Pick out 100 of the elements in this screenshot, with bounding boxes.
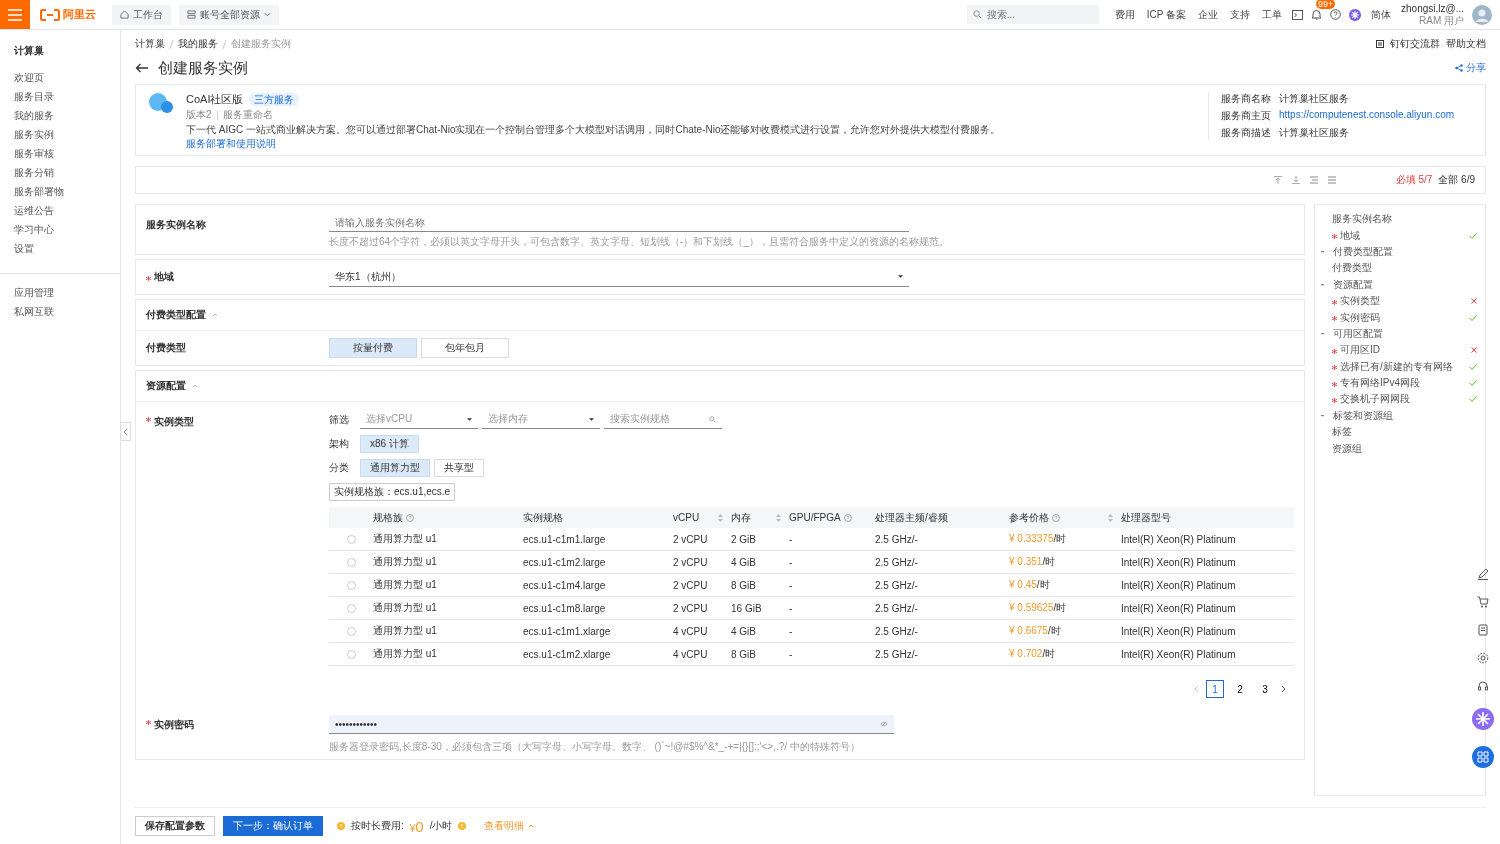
outline-item[interactable]: 实例密码: [1340, 310, 1380, 325]
breadcrumb-link[interactable]: 我的服务: [178, 37, 218, 51]
option-button[interactable]: 通用算力型: [360, 459, 430, 477]
column-header[interactable]: 内存: [731, 510, 789, 525]
sidebar-item[interactable]: 服务审核: [14, 147, 120, 166]
collapse-icon[interactable]: [212, 313, 218, 317]
option-button[interactable]: 共享型: [434, 459, 484, 477]
sidebar-item[interactable]: 设置: [14, 242, 120, 261]
header-link[interactable]: 帮助文档: [1446, 37, 1486, 51]
collapse-handle[interactable]: [120, 422, 131, 441]
collapse-list-icon[interactable]: [1309, 176, 1318, 184]
column-header[interactable]: 规格族: [373, 510, 523, 525]
document-icon[interactable]: [1477, 624, 1489, 636]
sidebar-item[interactable]: 欢迎页: [14, 71, 120, 90]
table-cell-text: 通用算力型 u1: [373, 601, 438, 615]
sidebar-item[interactable]: 服务实例: [14, 128, 120, 147]
download-icon[interactable]: [1291, 176, 1300, 184]
outline-item[interactable]: 服务实例名称: [1332, 212, 1392, 227]
option-button[interactable]: x86 计算: [360, 435, 419, 453]
outline-item[interactable]: 资源组: [1332, 441, 1362, 456]
outline-item[interactable]: 专有网络IPv4网段: [1340, 376, 1420, 391]
price-value: ¥ 0.59625: [1009, 602, 1054, 613]
header-link[interactable]: 钉钉交流群: [1390, 37, 1440, 51]
field-label: 付费类型: [146, 341, 186, 355]
sort-icon[interactable]: [776, 513, 781, 522]
outline-group[interactable]: 付费类型配置: [1333, 244, 1393, 259]
next-page-icon[interactable]: [1281, 685, 1286, 693]
nav-link[interactable]: 支持: [1230, 7, 1251, 22]
password-field[interactable]: ••••••••••••: [329, 715, 894, 734]
sidebar-item[interactable]: 我的服务: [14, 109, 120, 128]
search-icon: [709, 415, 716, 423]
nav-link[interactable]: 费用: [1114, 7, 1135, 22]
workbench-button[interactable]: 工作台: [112, 4, 171, 25]
column-header[interactable]: 处理器型号: [1121, 510, 1294, 525]
sidebar-item[interactable]: 服务目录: [14, 90, 120, 109]
bell-icon[interactable]: [1311, 9, 1323, 20]
back-arrow-icon[interactable]: [135, 63, 149, 73]
column-header[interactable]: 处理器主频/睿频: [875, 510, 1009, 525]
table-cell-text: -: [789, 533, 794, 545]
nav-link[interactable]: 企业: [1198, 7, 1219, 22]
settings-icon[interactable]: [1477, 652, 1489, 664]
list-icon[interactable]: [1327, 176, 1336, 184]
column-header[interactable]: 实例规格: [523, 510, 673, 525]
help-icon[interactable]: [406, 513, 414, 522]
menu-button[interactable]: [0, 0, 30, 29]
region-select[interactable]: 华东1（杭州）: [329, 267, 909, 287]
provider-value: 计算巢社区服务: [1279, 126, 1349, 140]
save-config-button[interactable]: 保存配置参数: [135, 816, 215, 836]
nav-link[interactable]: ICP 备案: [1146, 7, 1187, 22]
outline-item[interactable]: 交换机子网网段: [1340, 392, 1410, 407]
outline-item[interactable]: 可用区ID: [1340, 343, 1380, 358]
search-field[interactable]: 搜索...: [986, 9, 1087, 20]
language-link[interactable]: 简体: [1371, 7, 1392, 22]
help-icon[interactable]: [1052, 513, 1060, 522]
option-button[interactable]: 包年包月: [421, 338, 509, 358]
option-button[interactable]: 按量付费: [329, 338, 417, 358]
outline-item[interactable]: 标签: [1332, 425, 1352, 440]
assistant-icon[interactable]: [1349, 8, 1362, 21]
sidebar-item[interactable]: 服务分销: [14, 166, 120, 185]
search-box[interactable]: 搜索...: [966, 5, 1099, 24]
resource-dropdown[interactable]: 账号全部资源: [179, 4, 279, 25]
outline-group[interactable]: 资源配置: [1333, 277, 1373, 292]
collapse-icon[interactable]: [192, 384, 198, 388]
terminal-icon[interactable]: [1292, 9, 1304, 20]
sidebar-item[interactable]: 服务部署物: [14, 185, 120, 204]
provider-link[interactable]: https://computenest.console.aliyun.com: [1279, 109, 1455, 123]
sidebar-item[interactable]: 学习中心: [14, 223, 120, 242]
help-icon[interactable]: [843, 513, 852, 522]
top-icon[interactable]: [1273, 176, 1282, 184]
previous-page-icon[interactable]: [1194, 685, 1199, 693]
headset-icon[interactable]: [1477, 680, 1489, 692]
share-link[interactable]: 分享: [1455, 61, 1486, 75]
help-icon[interactable]: [1330, 9, 1342, 20]
breadcrumb-link[interactable]: 计算巢: [135, 37, 165, 51]
docs-link[interactable]: 服务部署和使用说明: [186, 137, 276, 151]
sidebar-item[interactable]: 私网互联: [14, 305, 120, 324]
outline-item[interactable]: 选择已有/新建的专有网络: [1340, 359, 1453, 374]
nav-link[interactable]: 工单: [1262, 7, 1283, 22]
outline-group[interactable]: 标签和资源组: [1333, 408, 1393, 423]
sort-icon[interactable]: [718, 513, 723, 522]
outline-item[interactable]: 付费类型: [1332, 261, 1372, 276]
hide-password-icon[interactable]: [880, 721, 888, 727]
page-button[interactable]: 1: [1206, 680, 1224, 698]
avatar[interactable]: [1472, 4, 1492, 25]
apps-icon[interactable]: [1472, 746, 1494, 768]
outline-group[interactable]: 可用区配置: [1333, 326, 1383, 341]
sidebar-item[interactable]: 运维公告: [14, 204, 120, 223]
outline-item[interactable]: 地域: [1340, 228, 1360, 243]
edit-icon[interactable]: [1477, 568, 1489, 580]
column-header[interactable]: vCPU: [673, 512, 731, 523]
column-header[interactable]: 参考价格: [1009, 510, 1121, 525]
next-step-button[interactable]: 下一步：确认订单: [223, 816, 323, 836]
cart-icon[interactable]: [1477, 596, 1489, 608]
sort-icon[interactable]: [1108, 513, 1113, 522]
assistant-icon[interactable]: [1472, 708, 1494, 730]
price-unit: /时: [1053, 602, 1067, 613]
sidebar-item[interactable]: 应用管理: [14, 286, 120, 305]
user-name[interactable]: zhongsi.lz@...: [1401, 2, 1464, 15]
column-header[interactable]: GPU/FPGA: [789, 512, 875, 523]
outline-item[interactable]: 实例类型: [1340, 294, 1380, 309]
